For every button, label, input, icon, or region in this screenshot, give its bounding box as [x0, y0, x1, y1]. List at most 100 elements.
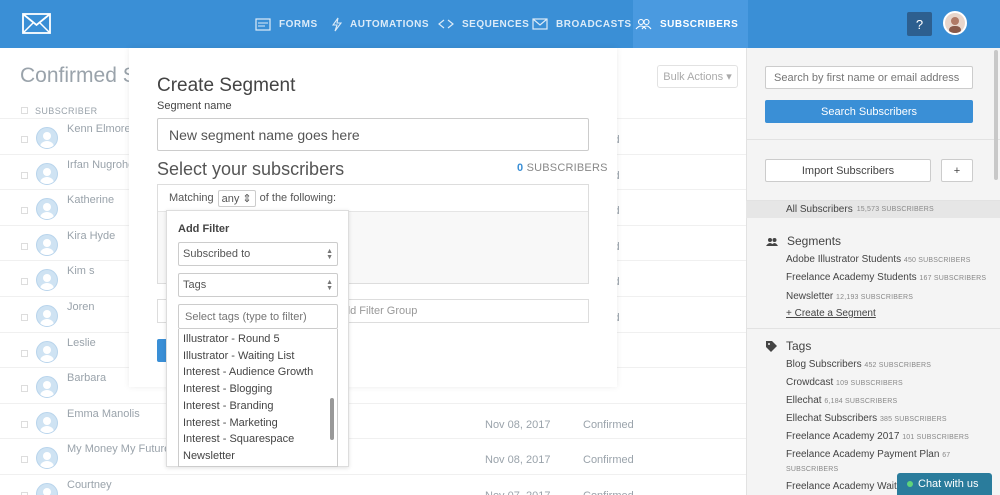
tag-count: 385 SUBSCRIBERS: [879, 416, 947, 423]
segment-count: 450 SUBSCRIBERS: [903, 257, 971, 264]
tag-item[interactable]: Freelance Academy Wait: [786, 481, 897, 492]
tag-option[interactable]: Interest - Audience Growth: [183, 366, 313, 378]
row-checkbox[interactable]: [21, 136, 28, 143]
subscriber-name[interactable]: Kira Hyde: [67, 230, 115, 242]
tag-name: Crowdcast: [786, 377, 834, 388]
tag-item[interactable]: SUBSCRIBERS: [786, 463, 838, 474]
tag-icon: [766, 340, 777, 352]
segment-count: 167 SUBSCRIBERS: [919, 275, 987, 283]
chat-widget-button[interactable]: Chat with us: [897, 473, 992, 495]
select-arrows-icon: ▲ ▼: [326, 279, 333, 292]
default-avatar-icon: [36, 198, 58, 221]
subscriber-date: Nov 08, 2017: [485, 454, 551, 467]
default-avatar-icon: [36, 269, 58, 292]
tag-option[interactable]: Newsletter: [183, 450, 235, 462]
table-row[interactable]: Courtney Nov 07, 2017 Confirmed: [0, 474, 746, 495]
logo-envelope-icon[interactable]: [22, 13, 51, 34]
user-avatar[interactable]: [943, 11, 967, 35]
subscriber-name[interactable]: Leslie: [67, 337, 96, 349]
subscriber-name[interactable]: My Money My Future: [67, 443, 170, 455]
tag-list-scrollbar[interactable]: [330, 398, 334, 440]
select-all-checkbox[interactable]: [21, 107, 28, 114]
default-avatar-icon: [36, 127, 58, 149]
nav-forms[interactable]: FORMS: [255, 0, 318, 48]
nav-sequences[interactable]: SEQUENCES: [438, 0, 529, 48]
add-subscriber-button[interactable]: +: [941, 159, 973, 182]
row-checkbox[interactable]: [21, 420, 28, 428]
search-input[interactable]: [765, 66, 973, 89]
segments-heading-label: Segments: [787, 234, 842, 248]
nav-broadcasts[interactable]: BROADCASTS: [532, 0, 632, 48]
envelope-icon: [532, 18, 548, 30]
tag-item[interactable]: Ellechat 6,184 SUBSCRIBERS: [786, 395, 897, 406]
sidebar-scrollbar[interactable]: [994, 50, 998, 180]
tag-item[interactable]: Ellechat Subscribers 385 SUBSCRIBERS: [786, 413, 947, 424]
filter-category-select[interactable]: Tags ▲ ▼: [178, 273, 338, 297]
tag-option[interactable]: Interest - Blogging: [183, 383, 272, 395]
matching-prefix: Matching: [169, 192, 214, 204]
sidebar-divider: [746, 328, 1000, 329]
subscriber-name[interactable]: Kenn Elmore: [67, 123, 131, 135]
subscriber-count: 0 SUBSCRIBERS: [517, 162, 608, 174]
subscriber-name[interactable]: Joren: [67, 301, 95, 313]
table-row[interactable]: My Money My Future Nov 08, 2017 Confirmed: [0, 438, 746, 474]
tag-filter-input[interactable]: [178, 304, 338, 329]
all-subscribers-item[interactable]: All Subscribers 15,573 SUBSCRIBERS: [746, 201, 1000, 218]
top-nav: FORMS AUTOMATIONS SEQUENCES BROADCASTS S…: [0, 0, 1000, 48]
subscriber-name[interactable]: Emma Manolis: [67, 408, 140, 420]
tag-option[interactable]: Interest - Squarespace: [183, 433, 294, 445]
segment-count: 12,193 SUBSCRIBERS: [836, 293, 914, 301]
row-checkbox[interactable]: [21, 385, 28, 393]
nav-sequences-label: SEQUENCES: [462, 18, 530, 30]
row-checkbox[interactable]: [21, 456, 28, 464]
create-segment-link[interactable]: + Create a Segment: [786, 308, 876, 319]
sequences-icon: [438, 19, 454, 29]
tag-option[interactable]: Illustrator - Round 5: [183, 333, 280, 345]
forms-icon: [255, 17, 271, 31]
tag-name: Freelance Academy Wait: [786, 481, 897, 492]
filter-type-select[interactable]: Subscribed to ▲ ▼: [178, 242, 338, 266]
default-avatar-icon: [36, 233, 58, 256]
row-checkbox[interactable]: [21, 171, 28, 179]
segment-item[interactable]: Newsletter 12,193 SUBSCRIBERS: [786, 291, 913, 302]
tag-item[interactable]: Freelance Academy 2017 101 SUBSCRIBERS: [786, 431, 969, 442]
matching-select[interactable]: any ⇕: [217, 189, 256, 207]
help-button[interactable]: ?: [907, 12, 932, 36]
import-subscribers-button[interactable]: Import Subscribers: [765, 159, 931, 182]
chat-label: Chat with us: [918, 478, 979, 490]
nav-subscribers[interactable]: SUBSCRIBERS: [633, 0, 749, 48]
segment-item[interactable]: Adobe Illustrator Students 450 SUBSCRIBE…: [786, 254, 971, 265]
default-avatar-icon: [36, 411, 58, 434]
tag-count: 109 SUBSCRIBERS: [836, 380, 903, 387]
row-checkbox[interactable]: [21, 349, 28, 357]
subscriber-name[interactable]: Katherine: [67, 194, 114, 206]
bulk-actions-button[interactable]: Bulk Actions ▾: [657, 65, 738, 88]
subscriber-name[interactable]: Courtney: [67, 479, 112, 491]
default-avatar-icon: [36, 447, 58, 470]
tag-option[interactable]: Interest - Branding: [183, 400, 274, 412]
tag-item[interactable]: Blog Subscribers 452 SUBSCRIBERS: [786, 359, 931, 370]
segment-item[interactable]: Freelance Academy Students 167 SUBSCRIBE…: [786, 272, 986, 283]
row-checkbox[interactable]: [21, 207, 28, 215]
row-checkbox[interactable]: [21, 314, 28, 321]
subscriber-name[interactable]: Barbara: [67, 372, 106, 384]
nav-subscribers-label: SUBSCRIBERS: [660, 18, 739, 30]
add-filter-title: Add Filter: [178, 223, 230, 235]
matching-suffix: of the following:: [259, 192, 337, 204]
table-row[interactable]: Emma Manolis Nov 08, 2017 Confirmed: [0, 402, 746, 439]
subscriber-name[interactable]: Irfan Nugroho: [67, 159, 134, 171]
row-checkbox[interactable]: [21, 278, 28, 286]
tag-option[interactable]: Interest - Marketing: [183, 417, 278, 429]
nav-automations[interactable]: AUTOMATIONS: [332, 0, 429, 48]
tag-item[interactable]: Freelance Academy Payment Plan 67: [786, 449, 950, 460]
segment-name-input[interactable]: [157, 118, 589, 151]
nav-forms-label: FORMS: [279, 18, 318, 30]
tag-options-list[interactable]: Illustrator - Round 5 Illustrator - Waiti…: [178, 329, 338, 467]
tag-option[interactable]: Illustrator - Waiting List: [183, 350, 294, 362]
tag-item[interactable]: Crowdcast 109 SUBSCRIBERS: [786, 377, 903, 388]
column-header-subscriber: SUBSCRIBER: [35, 106, 98, 116]
row-checkbox[interactable]: [21, 242, 28, 250]
default-avatar-icon: [36, 483, 58, 495]
subscriber-name[interactable]: Kim s: [67, 265, 95, 277]
search-subscribers-button[interactable]: Search Subscribers: [765, 100, 973, 123]
